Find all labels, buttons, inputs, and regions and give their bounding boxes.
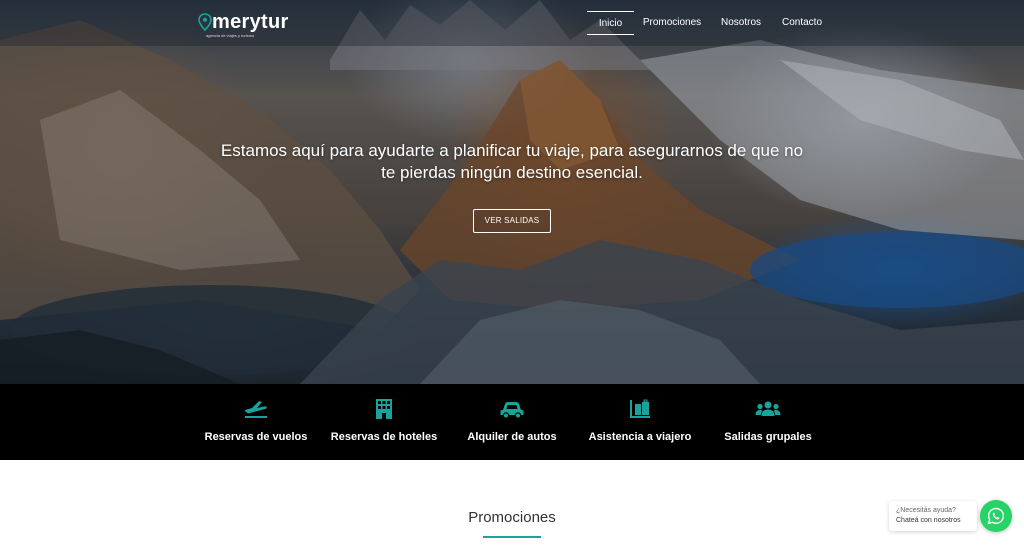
services-strip: Reservas de vuelos Reservas de hoteles A…	[0, 384, 1024, 460]
promotions-underline	[483, 536, 541, 538]
service-travel-assistance-label: Asistencia a viajero	[588, 431, 692, 443]
service-group-trips[interactable]: Salidas grupales	[712, 384, 824, 460]
service-flights[interactable]: Reservas de vuelos	[200, 384, 312, 460]
whatsapp-help-bubble[interactable]: ¿Necesitás ayuda? Chateá con nosotros	[889, 501, 977, 531]
promotions-heading: Promociones	[468, 509, 556, 526]
plane-icon	[245, 401, 267, 418]
brand-tagline: agencia de viajes y turismo	[206, 33, 255, 38]
service-cars-label: Alquiler de autos	[467, 431, 557, 443]
hotel-icon	[376, 399, 392, 419]
nav-promociones[interactable]: Promociones	[640, 11, 704, 35]
hero-overlay	[0, 0, 1024, 384]
service-hotels[interactable]: Reservas de hoteles	[328, 384, 440, 460]
service-flights-label: Reservas de vuelos	[204, 431, 308, 443]
top-navbar: merytur agencia de viajes y turismo Inic…	[0, 0, 1024, 46]
help-line-1: ¿Necesitás ayuda?	[896, 507, 956, 514]
service-group-trips-label: Salidas grupales	[724, 431, 812, 443]
whatsapp-button[interactable]	[980, 500, 1012, 532]
nav-inicio[interactable]: Inicio	[587, 11, 634, 35]
map-pin-icon	[198, 13, 212, 31]
group-icon	[755, 401, 781, 416]
hero-section	[0, 0, 1024, 384]
service-travel-assistance[interactable]: Asistencia a viajero	[584, 384, 696, 460]
nav-nosotros[interactable]: Nosotros	[717, 11, 765, 35]
car-icon	[500, 402, 524, 419]
brand-name: merytur	[212, 11, 289, 33]
nav-contacto[interactable]: Contacto	[777, 11, 827, 35]
whatsapp-icon	[987, 507, 1005, 525]
help-line-2: Chateá con nosotros	[896, 517, 961, 524]
service-cars[interactable]: Alquiler de autos	[456, 384, 568, 460]
luggage-icon	[630, 399, 650, 418]
ver-salidas-button[interactable]: VER SALIDAS	[473, 209, 551, 233]
hero-headline: Estamos aquí para ayudarte a planificar …	[220, 141, 804, 182]
service-hotels-label: Reservas de hoteles	[330, 431, 438, 443]
